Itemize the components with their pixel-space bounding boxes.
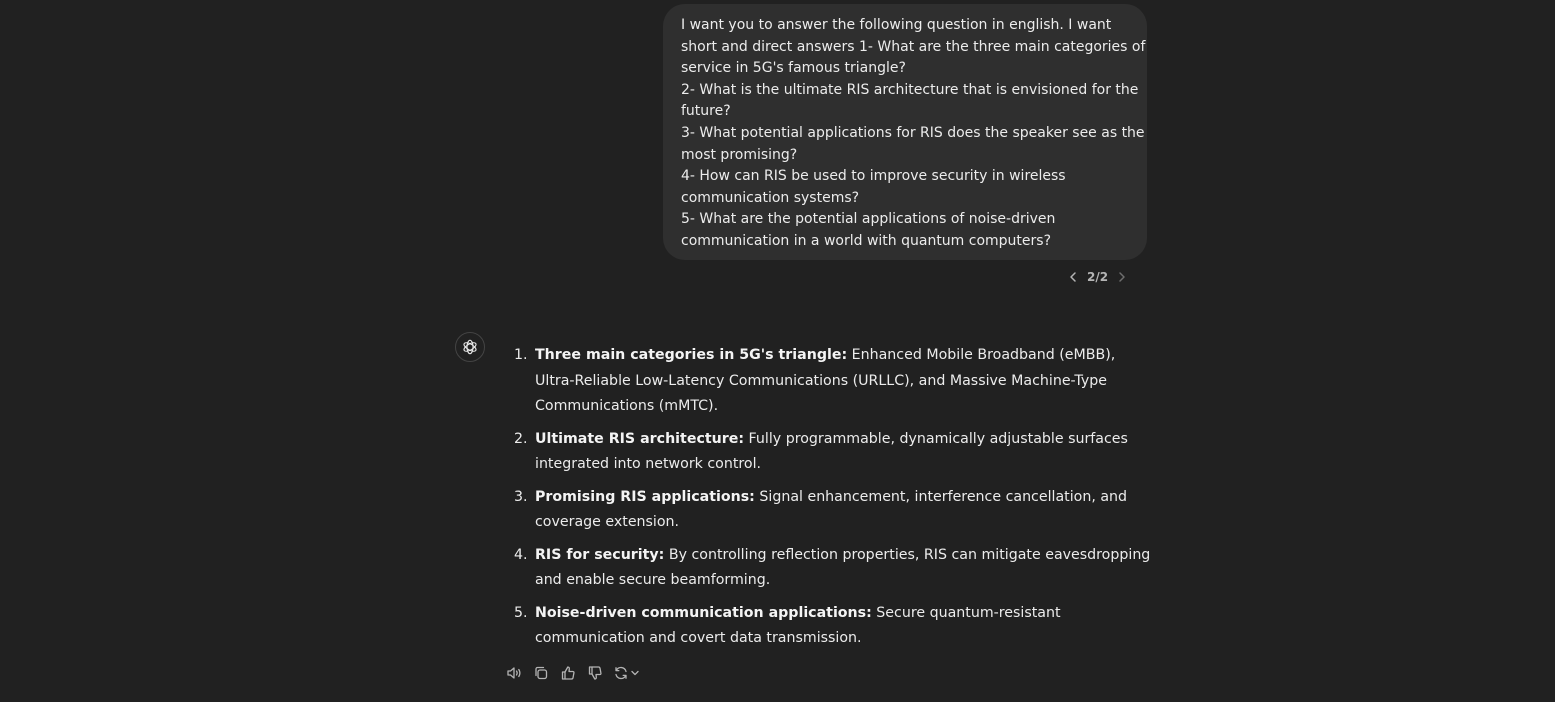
pager-label: 2/2: [1087, 270, 1109, 284]
list-item: 4. RIS for security: By controlling refl…: [505, 543, 1151, 594]
chevron-right-icon: [1119, 272, 1125, 282]
user-message-line: short and direct answers 1- What are the…: [681, 38, 1146, 55]
list-number: 2.: [514, 430, 528, 447]
user-message-line: 3- What potential applications for RIS d…: [681, 124, 1145, 141]
chat-page: I want you to answer the following quest…: [0, 0, 1555, 702]
list-item: 2. Ultimate RIS architecture: Fully prog…: [505, 427, 1151, 478]
item-term: Promising RIS applications:: [535, 488, 755, 505]
user-message-line: I want you to answer the following quest…: [681, 17, 1112, 33]
regenerate-icon: [615, 666, 627, 680]
thumbs-down-button[interactable]: [586, 663, 604, 683]
copy-icon: [535, 666, 548, 680]
list-item: 3. Promising RIS applications: Signal en…: [505, 485, 1151, 536]
item-term: Three main categories in 5G's triangle:: [535, 347, 848, 363]
chevron-down-icon: [631, 670, 639, 676]
assistant-answer: 1. Three main categories in 5G's triangl…: [505, 343, 1151, 659]
user-message-line: communication systems?: [681, 189, 860, 206]
item-term: Noise-driven communication applications:: [535, 604, 872, 621]
response-pager: 2/2: [1066, 266, 1129, 288]
thumbs-down-icon: [588, 666, 602, 680]
answer-list: 1. Three main categories in 5G's triangl…: [505, 343, 1151, 652]
copy-button[interactable]: [532, 663, 550, 683]
user-message-line: future?: [681, 103, 731, 120]
regenerate-button[interactable]: [613, 665, 640, 681]
user-message-line: service in 5G's famous triangle?: [681, 60, 906, 77]
item-term: Ultimate RIS architecture:: [535, 430, 745, 447]
speaker-icon: [506, 667, 521, 679]
read-aloud-button[interactable]: [505, 663, 523, 683]
item-term: RIS for security:: [535, 546, 665, 563]
user-message-line: most promising?: [681, 146, 798, 163]
thumbs-up-button[interactable]: [559, 663, 577, 683]
list-number: 3.: [514, 488, 528, 505]
list-item: 1. Three main categories in 5G's triangl…: [505, 343, 1151, 420]
user-message-line: communication in a world with quantum co…: [681, 232, 1052, 249]
openai-logo-icon: [463, 339, 477, 355]
user-message-line: 2- What is the ultimate RIS architecture…: [681, 81, 1139, 98]
list-number: 1.: [514, 347, 528, 363]
thumbs-up-icon: [561, 666, 575, 680]
list-number: 4.: [514, 546, 528, 563]
assistant-avatar: [455, 332, 485, 362]
next-response-button[interactable]: [1115, 270, 1129, 284]
chevron-left-icon: [1070, 272, 1076, 282]
list-item: 5. Noise-driven communication applicatio…: [505, 601, 1151, 652]
previous-response-button[interactable]: [1066, 270, 1080, 284]
list-number: 5.: [514, 604, 528, 621]
message-actions: [505, 662, 640, 684]
user-message-line: 5- What are the potential applications o…: [681, 211, 1056, 228]
user-message-line: 4- How can RIS be used to improve securi…: [681, 168, 1066, 185]
user-message-bubble: I want you to answer the following quest…: [663, 4, 1147, 260]
